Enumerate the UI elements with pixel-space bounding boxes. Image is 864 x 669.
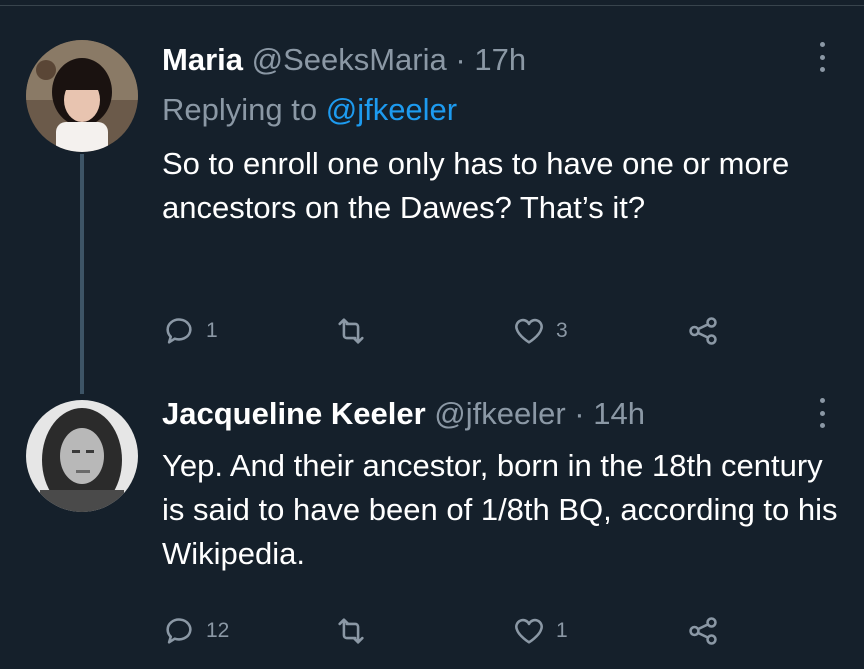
like-button[interactable]: 1 [512,614,568,648]
timestamp[interactable]: 14h [593,396,645,431]
like-icon [515,618,543,644]
retweet-button[interactable] [334,614,378,648]
replying-prefix: Replying to [162,92,318,127]
share-icon [689,617,717,645]
display-name[interactable]: Jacqueline Keeler [162,396,426,431]
separator: · [574,396,585,431]
share-icon [689,317,717,345]
like-button[interactable]: 3 [512,314,568,348]
avatar[interactable] [26,400,138,512]
like-count: 3 [556,319,568,342]
top-divider [0,0,864,6]
replying-to: Replying to @jfkeeler [162,92,457,128]
reply-icon [166,618,192,644]
avatar[interactable] [26,40,138,152]
retweet-icon [338,618,364,644]
reply-button[interactable]: 12 [162,614,229,648]
replying-to-handle[interactable]: @jfkeeler [326,92,457,127]
more-icon[interactable] [810,398,834,428]
separator: · [455,42,466,77]
handle[interactable]: @jfkeeler [434,396,565,431]
display-name[interactable]: Maria [162,42,243,77]
retweet-icon [338,318,364,344]
timestamp[interactable]: 17h [474,42,526,77]
share-button[interactable] [686,314,720,348]
thread-line [80,154,84,394]
retweet-button[interactable] [334,314,378,348]
like-count: 1 [556,619,568,642]
reply-button[interactable]: 1 [162,314,218,348]
like-icon [515,318,543,344]
share-button[interactable] [686,614,720,648]
tweet-header: Jacqueline Keeler @jfkeeler · 14h [162,396,645,432]
tweet-text: Yep. And their ancestor, born in the 18t… [162,448,838,571]
more-icon[interactable] [810,42,834,72]
tweet-header: Maria @SeeksMaria · 17h [162,42,526,78]
reply-icon [166,318,192,344]
reply-count: 1 [206,319,218,342]
handle[interactable]: @SeeksMaria [252,42,447,77]
reply-count: 12 [206,619,230,642]
tweet-text: So to enroll one only has to have one or… [162,146,790,225]
